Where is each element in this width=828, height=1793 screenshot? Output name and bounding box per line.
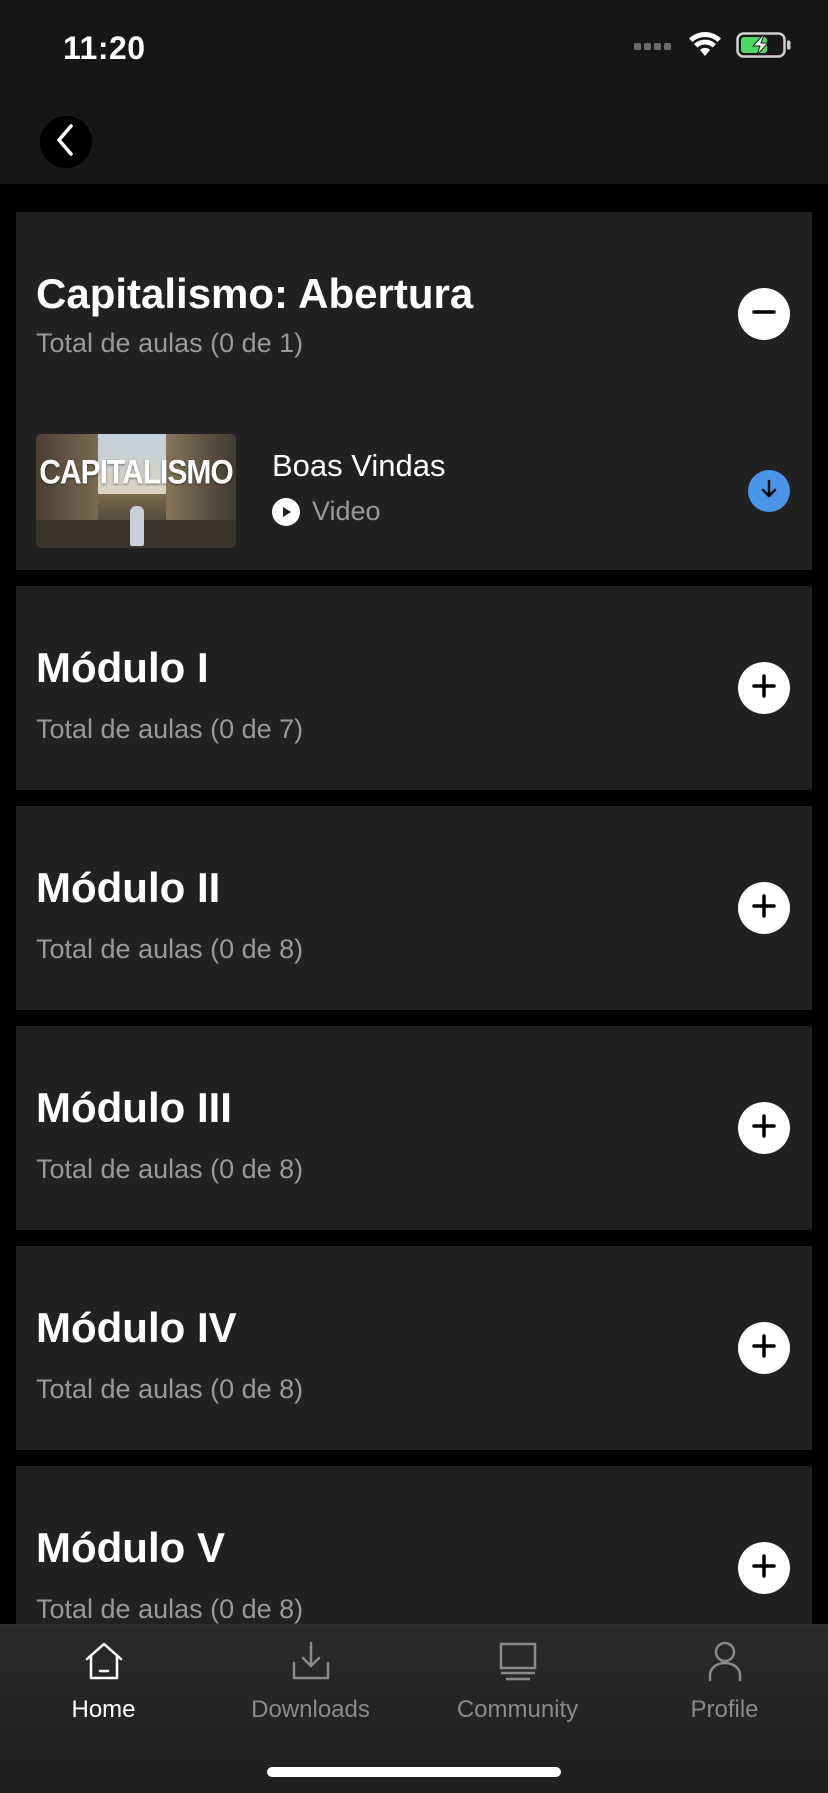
tab-label-profile: Profile xyxy=(690,1696,759,1723)
module-lesson-count: Total de aulas (0 de 8) xyxy=(36,1594,304,1624)
tab-label-home: Home xyxy=(71,1696,136,1723)
home-indicator xyxy=(267,1767,561,1777)
tab-label-downloads: Downloads xyxy=(251,1696,370,1723)
module-lesson-count: Total de aulas (0 de 7) xyxy=(36,714,304,744)
chevron-left-icon xyxy=(53,122,79,163)
module-lesson-count: Total de aulas (0 de 8) xyxy=(36,1374,304,1404)
expand-module-button[interactable] xyxy=(738,662,790,714)
user-icon xyxy=(703,1639,747,1688)
tab-profile[interactable]: Profile xyxy=(621,1639,828,1739)
tab-home[interactable]: Home xyxy=(0,1639,207,1739)
home-icon xyxy=(82,1639,126,1688)
plus-icon xyxy=(749,671,779,706)
expand-module-button[interactable] xyxy=(738,1322,790,1374)
expand-module-button[interactable] xyxy=(738,882,790,934)
module-title: Módulo II xyxy=(36,864,221,911)
tab-community[interactable]: Community xyxy=(414,1639,621,1739)
lesson-type-label: Video xyxy=(312,496,381,526)
module-card-capitalismo-abertura: Capitalismo: Abertura Total de aulas (0 … xyxy=(16,212,812,570)
minus-icon xyxy=(749,297,779,332)
plus-icon xyxy=(749,1551,779,1586)
play-icon xyxy=(272,497,300,526)
thumbnail-title: CAPITALISMO xyxy=(39,453,233,492)
module-title: Módulo III xyxy=(36,1084,232,1131)
module-title: Módulo I xyxy=(36,644,209,691)
lesson-row-boas-vindas[interactable]: CAPITALISMO Boas Vindas Video xyxy=(36,434,792,548)
module-card-modulo-iii[interactable]: Módulo III Total de aulas (0 de 8) xyxy=(16,1026,812,1230)
download-lesson-button[interactable] xyxy=(748,470,790,512)
module-lesson-count: Total de aulas (0 de 8) xyxy=(36,934,304,964)
nav-header xyxy=(0,90,828,184)
plus-icon xyxy=(749,1331,779,1366)
status-icons xyxy=(634,32,792,63)
module-title: Capitalismo: Abertura xyxy=(36,270,474,317)
lesson-thumbnail: CAPITALISMO xyxy=(36,434,236,548)
module-card-modulo-i[interactable]: Módulo I Total de aulas (0 de 7) xyxy=(16,586,812,790)
lesson-type: Video xyxy=(272,496,381,527)
module-lesson-count: Total de aulas (0 de 1) xyxy=(36,328,304,358)
expand-module-button[interactable] xyxy=(738,1542,790,1594)
back-button[interactable] xyxy=(40,116,92,168)
expand-module-button[interactable] xyxy=(738,1102,790,1154)
collapse-module-button[interactable] xyxy=(738,288,790,340)
download-icon xyxy=(758,478,780,505)
status-bar: 11:20 xyxy=(0,0,828,90)
module-card-modulo-ii[interactable]: Módulo II Total de aulas (0 de 8) xyxy=(16,806,812,1010)
module-lesson-count: Total de aulas (0 de 8) xyxy=(36,1154,304,1184)
module-title: Módulo IV xyxy=(36,1304,237,1351)
module-list: Capitalismo: Abertura Total de aulas (0 … xyxy=(16,212,812,1686)
monitor-icon xyxy=(496,1639,540,1688)
tab-label-community: Community xyxy=(456,1696,579,1723)
status-time: 11:20 xyxy=(63,30,146,66)
module-title: Módulo V xyxy=(36,1524,225,1571)
signal-icon xyxy=(634,39,674,57)
lesson-title: Boas Vindas xyxy=(272,448,446,483)
download-tray-icon xyxy=(289,1639,333,1688)
battery-charging-icon xyxy=(736,32,792,63)
plus-icon xyxy=(749,1111,779,1146)
wifi-icon xyxy=(688,32,722,63)
module-card-modulo-iv[interactable]: Módulo IV Total de aulas (0 de 8) xyxy=(16,1246,812,1450)
plus-icon xyxy=(749,891,779,926)
tab-downloads[interactable]: Downloads xyxy=(207,1639,414,1739)
